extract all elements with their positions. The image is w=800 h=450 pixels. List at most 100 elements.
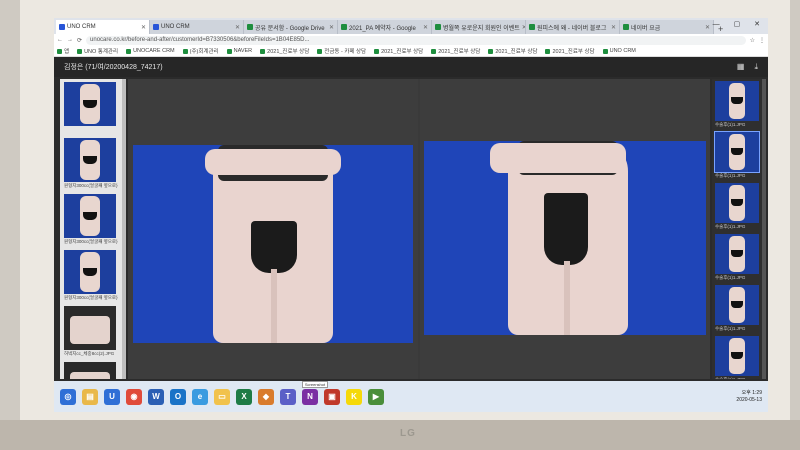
system-clock[interactable]: 오후 1:29 2020-05-13 — [736, 390, 768, 404]
left-thumbnail[interactable] — [64, 306, 116, 350]
download-icon[interactable]: ⤓ — [754, 62, 758, 72]
tab-label: UNO CRM — [67, 24, 96, 30]
right-thumbnail-list[interactable]: 수술후(1)1.JPG 수술후(1)1.JPG 수술후(1)1.JPG 수술후(1)1… — [712, 79, 762, 379]
left-thumbnail[interactable] — [64, 138, 116, 182]
bookmark-icon — [226, 48, 232, 54]
thumbnail-label: 수술후(1)1.JPG — [715, 122, 746, 127]
close-icon[interactable]: ✕ — [235, 24, 240, 31]
crm-app: 김정은 (71/여/20200428_74217) ▦ ⤓ 원형지300cc(얼… — [54, 57, 768, 381]
thumbnail-label — [64, 127, 118, 135]
close-icon[interactable]: ✕ — [423, 24, 428, 31]
bookmark-label: UNO CRM — [609, 48, 636, 54]
right-thumbnail[interactable] — [715, 81, 759, 121]
browser-tab[interactable]: 네이버 요금 ✕ — [620, 20, 714, 34]
right-thumbnail[interactable] — [715, 183, 759, 223]
bookmark-item[interactable]: 앱 — [57, 47, 69, 55]
excel-icon[interactable]: X — [236, 388, 252, 405]
teams-icon[interactable]: T — [280, 388, 296, 405]
bookmark-icon — [126, 48, 132, 54]
bookmark-item[interactable]: 전금동 - 카페 상담 — [317, 47, 366, 55]
bookmark-item[interactable]: 2021_진료부 상담 — [374, 47, 423, 55]
left-thumbnail[interactable] — [64, 194, 116, 238]
explorer-icon[interactable]: ▤ — [82, 388, 98, 405]
folder-icon[interactable]: ▭ — [214, 388, 230, 405]
close-icon[interactable]: ✕ — [611, 24, 616, 31]
onenote-icon[interactable]: N — [302, 388, 318, 405]
bookmark-label: 전금동 - 카페 상담 — [324, 49, 367, 55]
bookmark-item[interactable]: UNO 통계관리 — [77, 47, 118, 55]
menu-icon[interactable]: ⋮ — [759, 37, 765, 44]
right-thumbnail[interactable] — [715, 336, 759, 376]
bookmark-item[interactable]: 2021_진료부 상담 — [488, 47, 537, 55]
bookmark-item[interactable]: 2021_진료부 상담 — [545, 47, 595, 55]
bookmark-item[interactable]: UNOCARE CRM — [126, 48, 175, 54]
after-pane[interactable] — [420, 79, 710, 379]
bookmark-item[interactable]: 2021_진료부 상담 — [260, 47, 309, 55]
comparison-viewer — [128, 79, 710, 379]
bookmark-label: 앱 — [64, 49, 70, 55]
media-icon[interactable]: ▶ — [368, 388, 384, 405]
before-pane[interactable] — [128, 79, 418, 379]
reload-icon[interactable]: ⟳ — [77, 37, 82, 44]
start-icon[interactable]: ◎ — [60, 388, 76, 405]
thumbnail-label: 수술후(1)1.JPG — [715, 377, 759, 379]
close-icon[interactable]: ✕ — [141, 24, 146, 31]
thumbnail-label: 원형지300cc(얼굴째 옆으로)정면.jpg — [64, 239, 118, 244]
grid-icon[interactable]: ▦ — [737, 62, 745, 72]
right-thumbnail[interactable] — [715, 285, 759, 325]
favicon-icon — [153, 24, 159, 30]
favicon-icon — [247, 24, 253, 30]
ie-icon[interactable]: e — [192, 388, 208, 405]
tab-strip: UNO CRM ✕ UNO CRM ✕ 공유 문서함 - Google Drive ✕ 20… — [54, 18, 768, 34]
left-thumbnail[interactable] — [64, 250, 116, 294]
favicon-icon — [341, 24, 347, 30]
star-icon[interactable]: ☆ — [750, 37, 755, 44]
bookmark-item[interactable]: NAVER — [226, 48, 252, 54]
word-icon[interactable]: W — [148, 388, 164, 405]
right-scrollbar[interactable] — [762, 79, 766, 379]
paint-icon[interactable]: ◆ — [258, 388, 274, 405]
window-controls[interactable]: — ▢ ✕ — [713, 20, 766, 28]
right-thumbnail[interactable] — [715, 234, 759, 274]
bookmark-label: (주)회계관리 — [189, 49, 219, 55]
browser-tab[interactable]: UNO CRM ✕ — [150, 20, 244, 34]
bookmark-item[interactable]: UNO CRM — [602, 48, 636, 54]
chrome-icon[interactable]: ◉ — [126, 388, 142, 405]
back-icon[interactable]: ← — [57, 37, 63, 43]
close-icon[interactable]: ✕ — [705, 24, 710, 31]
tab-label: 병월쪽 유로운지 회원인 이벤트 — [443, 25, 520, 32]
browser-tab[interactable]: 병월쪽 유로운지 회원인 이벤트✕ — [432, 20, 526, 34]
browser-tab[interactable]: 공유 문서함 - Google Drive ✕ — [244, 20, 338, 34]
bookmarks-bar: 앱 UNO 통계관리 UNOCARE CRM (주)회계관리 NAVER 2021_진료부… — [54, 46, 768, 57]
bookmark-icon — [182, 48, 188, 54]
bookmark-label: UNOCARE CRM — [133, 48, 175, 54]
right-thumbnail[interactable] — [714, 131, 760, 173]
taskbar-tooltip: Screenshot — [302, 381, 328, 388]
favicon-icon — [59, 24, 65, 30]
uno-icon[interactable]: U — [104, 388, 120, 405]
monitor-logo: LG — [400, 428, 416, 439]
close-icon[interactable]: ✕ — [329, 24, 334, 31]
browser-tab[interactable]: 2021_PA 예약자 - Google ✕ — [338, 20, 432, 34]
taskbar: ◎ ▤ U ◉ W Oe ▭ X ◆ T N ▣ K ▶ 오후 1:29 2020-05-13 — [54, 381, 768, 412]
tab-label: UNO CRM — [161, 24, 190, 30]
browser-tab[interactable]: 원피스에 왜 - 네이버 블로그 ✕ — [526, 20, 620, 34]
bookmark-label: UNO 통계관리 — [84, 49, 119, 55]
left-scrollbar[interactable] — [122, 79, 126, 379]
bookmark-item[interactable]: (주)회계관리 — [182, 47, 219, 55]
outlook-icon[interactable]: O — [170, 388, 186, 405]
left-thumbnail[interactable] — [64, 82, 116, 126]
kakaotalk-icon[interactable]: K — [346, 388, 362, 405]
bookmark-item[interactable]: 2021_진료부 상담 — [431, 47, 480, 55]
photos-icon[interactable]: ▣ — [324, 388, 340, 405]
url-input[interactable]: unocare.co.kr/before-and-after/customerI… — [86, 35, 746, 45]
monitor-screen: UNO CRM ✕ UNO CRM ✕ 공유 문서함 - Google Drive ✕ 20… — [54, 18, 768, 412]
thumbnail-label: 수술후(1)1.JPG — [715, 275, 746, 280]
left-thumbnail-list[interactable]: 원형지300cc(얼굴째 옆으로)정면.jpg 원형지300cc(얼굴째 옆으로)… — [60, 79, 122, 379]
left-thumbnail[interactable] — [64, 362, 116, 379]
thumbnail-label: 허벅지cc_체중8cc(2).JPG — [64, 351, 115, 356]
browser-tab[interactable]: UNO CRM ✕ — [56, 20, 150, 34]
bookmark-icon — [317, 48, 323, 54]
tab-label: 원피스에 왜 - 네이버 블로그 — [537, 25, 607, 32]
forward-icon[interactable]: → — [67, 37, 73, 43]
